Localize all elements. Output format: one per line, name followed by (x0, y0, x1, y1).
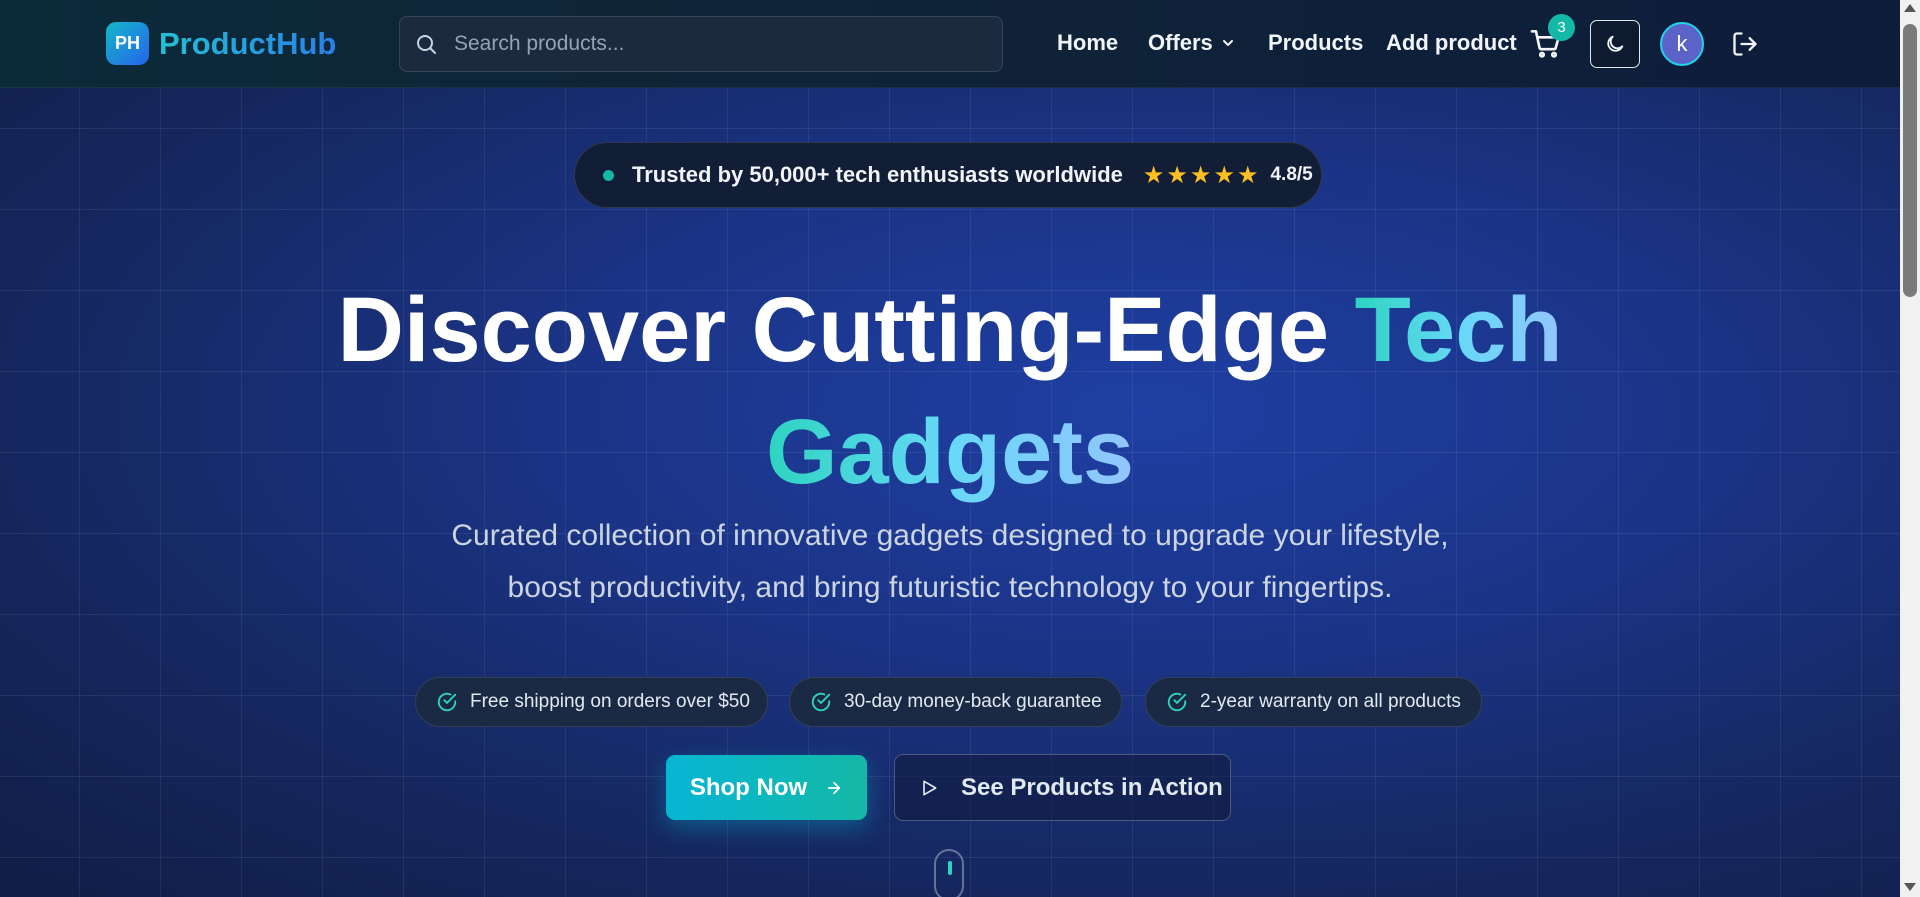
star-rating-icon: ★★★★★ (1142, 161, 1261, 189)
search-bar[interactable] (399, 16, 1003, 72)
nav-home[interactable]: Home (1057, 30, 1118, 56)
nav-offers-dropdown[interactable]: Offers (1148, 30, 1235, 56)
nav-offers-label: Offers (1148, 30, 1213, 55)
arrow-right-icon (828, 781, 841, 794)
cart-count-badge: 3 (1548, 14, 1575, 41)
see-products-label: See Products in Action (961, 773, 1223, 801)
rating-value: 4.8/5 (1270, 164, 1313, 185)
scroll-indicator-icon (934, 849, 964, 897)
page-scrollbar[interactable] (1900, 0, 1920, 897)
scroll-thumb[interactable] (1903, 24, 1917, 297)
brand-logo[interactable]: PH ProductHub (106, 22, 336, 65)
check-circle-icon (437, 692, 457, 712)
check-circle-icon (811, 692, 831, 712)
hero-headline-line1: Discover Cutting-Edge Tech (0, 270, 1900, 390)
see-products-button[interactable]: See Products in Action (894, 754, 1231, 821)
trust-text: Trusted by 50,000+ tech enthusiasts worl… (632, 162, 1123, 187)
moon-icon (1607, 35, 1624, 52)
feature-pill-guarantee: 30-day money-back guarantee (789, 677, 1122, 727)
feature-text: Free shipping on orders over $50 (470, 691, 750, 712)
search-icon (417, 35, 436, 54)
status-dot (603, 169, 614, 181)
chevron-down-icon (1222, 40, 1233, 46)
feature-pill-warranty: 2-year warranty on all products (1145, 677, 1482, 727)
feature-text: 30-day money-back guarantee (844, 691, 1102, 712)
scroll-up-arrow-icon[interactable] (1904, 4, 1916, 12)
logout-icon[interactable] (1731, 30, 1759, 58)
nav-add-product[interactable]: Add product (1386, 30, 1517, 56)
scroll-wheel (948, 861, 952, 875)
logo-text: ProductHub (159, 25, 337, 61)
logo-badge: PH (106, 22, 149, 65)
shop-now-button[interactable]: Shop Now (666, 755, 867, 820)
headline-accent-gadgets: Gadgets (765, 401, 1135, 503)
headline-text: Discover Cutting-Edge (337, 279, 1355, 381)
shop-now-label: Shop Now (689, 773, 808, 801)
scroll-down-arrow-icon[interactable] (1904, 883, 1916, 891)
top-navbar: PH ProductHub Home Offers Products Add p… (0, 0, 1900, 88)
feature-text: 2-year warranty on all products (1200, 691, 1461, 712)
trust-badge: Trusted by 50,000+ tech enthusiasts worl… (574, 142, 1322, 208)
hero-section: Trusted by 50,000+ tech enthusiasts worl… (0, 88, 1900, 897)
play-icon (923, 780, 937, 795)
search-input[interactable] (454, 32, 974, 56)
user-avatar[interactable]: k (1660, 22, 1704, 66)
nav-products[interactable]: Products (1268, 30, 1363, 56)
check-circle-icon (1167, 692, 1187, 712)
hero-subtitle-line1: Curated collection of innovative gadgets… (451, 519, 1449, 552)
headline-accent-tech: Tech (1354, 279, 1563, 381)
feature-pill-shipping: Free shipping on orders over $50 (415, 677, 768, 727)
theme-toggle-button[interactable] (1590, 20, 1640, 68)
hero-headline-line2: Gadgets (0, 392, 1900, 512)
hero-subtitle-line2: boost productivity, and bring futuristic… (507, 571, 1393, 604)
